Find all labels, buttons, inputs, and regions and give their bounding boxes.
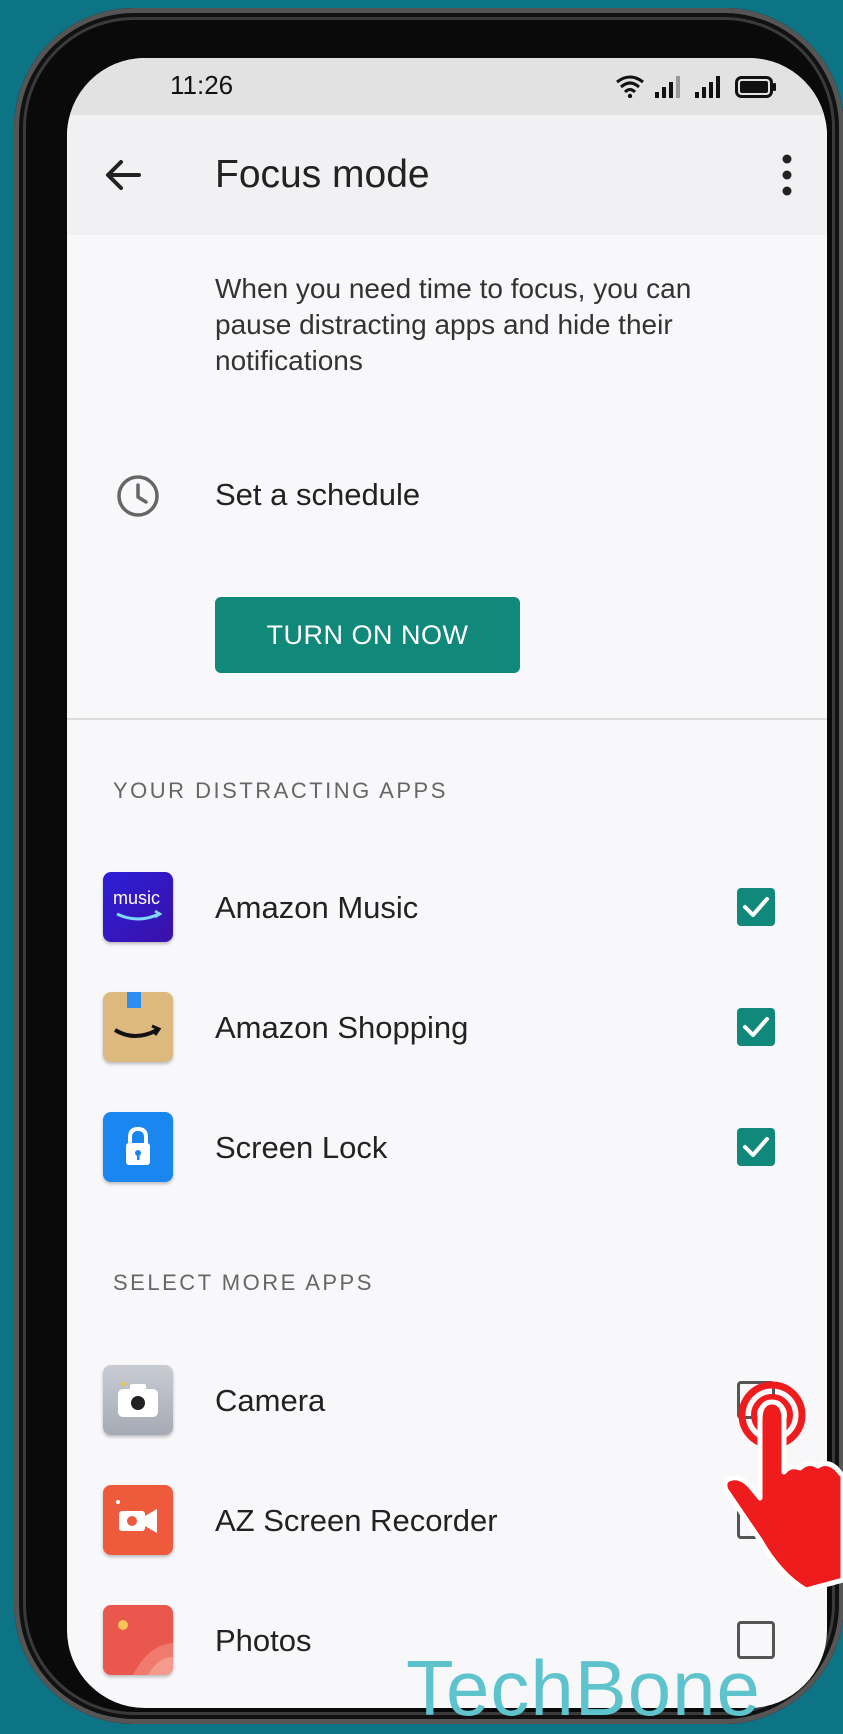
set-schedule-row[interactable]: Set a schedule (67, 453, 827, 543)
set-schedule-label: Set a schedule (215, 477, 421, 512)
app-row-screen-lock[interactable]: Screen Lock (67, 1088, 827, 1208)
app-label: Screen Lock (215, 1130, 388, 1165)
amazon-shopping-icon (103, 992, 173, 1062)
turn-on-now-button[interactable]: TURN ON NOW (215, 597, 520, 673)
divider (67, 718, 827, 720)
app-label: Camera (215, 1383, 326, 1418)
battery-icon (735, 76, 776, 98)
app-bar: Focus mode (67, 115, 827, 235)
signal-2-icon (695, 76, 720, 98)
phone-screen: 11:26 Focus mode When you need time to f… (67, 58, 827, 1708)
amazon-music-checkbox[interactable] (737, 888, 775, 926)
status-time: 11:26 (170, 70, 234, 100)
screen-lock-icon (103, 1112, 173, 1182)
app-label: Amazon Shopping (215, 1010, 469, 1045)
tap-hand-icon (722, 1381, 843, 1590)
app-label: Photos (215, 1623, 312, 1658)
watermark-text: TechBone (406, 1644, 761, 1732)
photos-icon (103, 1605, 173, 1675)
app-label: Amazon Music (215, 890, 419, 925)
app-row-camera[interactable]: Camera (67, 1341, 827, 1461)
clock-icon (117, 475, 159, 517)
status-bar: 11:26 (67, 58, 827, 115)
back-arrow-icon[interactable] (103, 155, 143, 195)
screen-lock-checkbox[interactable] (737, 1128, 775, 1166)
intro-text: When you need time to focus, you can pau… (215, 273, 692, 376)
app-row-az-screen-recorder[interactable]: AZ Screen Recorder (67, 1461, 827, 1581)
signal-1-icon (655, 76, 680, 98)
amazon-shopping-checkbox[interactable] (737, 1008, 775, 1046)
app-row-amazon-music[interactable]: music Amazon Music (67, 848, 827, 968)
phone-frame: 11:26 Focus mode When you need time to f… (14, 8, 843, 1724)
select-more-apps-header: SELECT MORE APPS (113, 1270, 374, 1295)
camera-icon (103, 1365, 173, 1435)
status-icons (615, 72, 777, 98)
az-screen-recorder-icon (103, 1485, 173, 1555)
wifi-icon (616, 75, 644, 98)
more-options-icon[interactable] (777, 151, 797, 199)
page-title: Focus mode (215, 153, 430, 196)
distracting-apps-header: YOUR DISTRACTING APPS (113, 778, 448, 803)
app-label: AZ Screen Recorder (215, 1503, 498, 1538)
amazon-music-icon: music (103, 872, 173, 942)
app-row-amazon-shopping[interactable]: Amazon Shopping (67, 968, 827, 1088)
